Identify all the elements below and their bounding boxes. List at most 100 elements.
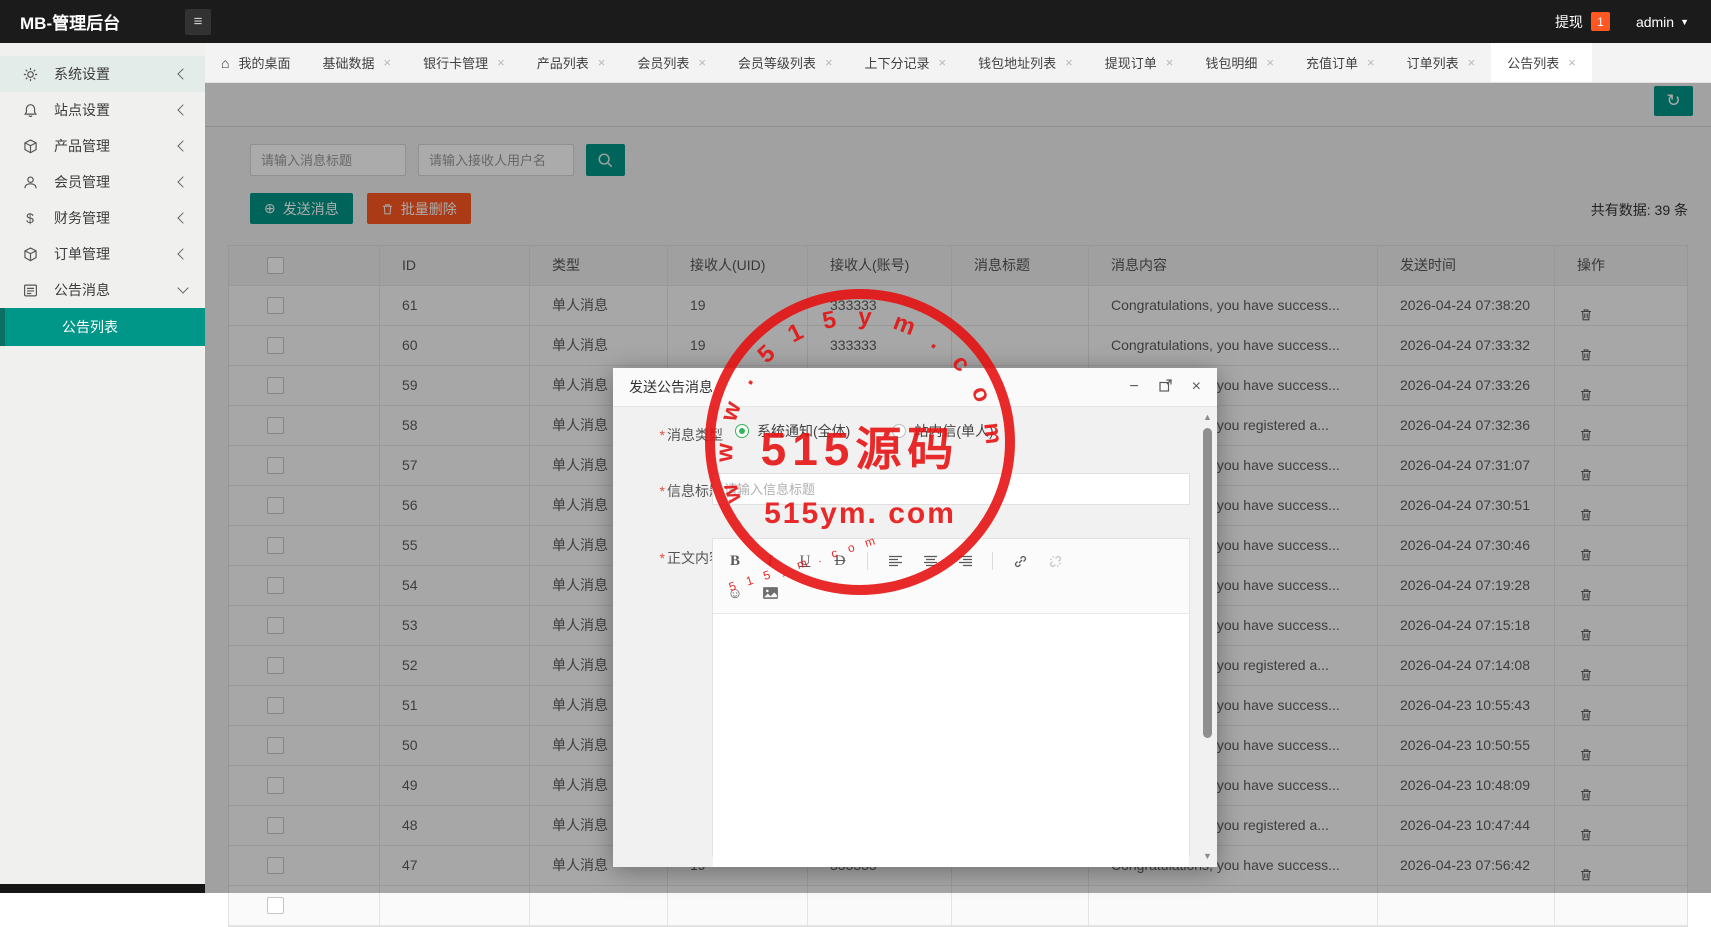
sidebar-item-product-management[interactable]: 产品管理 xyxy=(0,128,205,164)
align-right-icon[interactable] xyxy=(957,555,973,567)
strikethrough-icon[interactable]: D xyxy=(832,553,848,570)
cube-icon xyxy=(22,246,38,262)
sidebar-item-member-management[interactable]: 会员管理 xyxy=(0,164,205,200)
tab-label: 充值订单 xyxy=(1306,53,1358,72)
topbar: MB-管理后台 ≡ 提现 1 admin ▼ xyxy=(0,0,1711,43)
tab-1[interactable]: ⌂ 我的桌面 xyxy=(205,43,306,82)
list-icon xyxy=(22,282,38,298)
radio-site-message[interactable]: 站内信(单人) xyxy=(892,421,993,441)
menu-toggle-icon[interactable]: ≡ xyxy=(185,9,211,35)
tab-2[interactable]: 基础数据 × xyxy=(306,43,407,82)
scrollbar-thumb[interactable] xyxy=(1203,428,1212,738)
tabbar: ⌂我的桌面基础数据×银行卡管理×产品列表×会员列表×会员等级列表×上下分记录×钱… xyxy=(205,43,1711,83)
link-icon[interactable] xyxy=(1012,554,1028,569)
sidebar-subitem-announcement-list[interactable]: 公告列表 xyxy=(0,308,205,346)
tab-6[interactable]: 会员等级列表× xyxy=(722,43,849,82)
sidebar-item-label: 产品管理 xyxy=(54,136,179,156)
italic-icon[interactable]: I xyxy=(762,553,778,570)
tab-3[interactable]: 银行卡管理 × xyxy=(407,43,521,82)
align-left-icon[interactable] xyxy=(887,555,903,567)
tab-label: 公告列表 xyxy=(1507,53,1559,72)
sidebar-item-label: 站点设置 xyxy=(54,100,179,120)
modal-scrollbar[interactable]: ▲ ▼ xyxy=(1201,412,1214,861)
minimize-icon[interactable]: − xyxy=(1129,379,1138,395)
tab-label: 订单列表 xyxy=(1407,53,1459,72)
sidebar-item-label: 订单管理 xyxy=(54,244,179,264)
tab-close-icon[interactable]: × xyxy=(825,55,833,70)
tab-close-icon[interactable]: × xyxy=(1468,55,1476,70)
withdraw-link[interactable]: 提现 1 xyxy=(1555,12,1610,32)
tab-12[interactable]: 订单列表 × xyxy=(1391,43,1492,82)
message-title-input[interactable] xyxy=(712,473,1190,505)
emoji-icon[interactable]: ☺ xyxy=(727,585,743,602)
underline-icon[interactable]: U xyxy=(797,553,813,570)
bell-icon xyxy=(22,102,38,118)
chevron-left-icon xyxy=(177,104,188,115)
bold-icon[interactable]: B xyxy=(727,553,743,570)
user-menu[interactable]: admin ▼ xyxy=(1636,14,1689,30)
username: admin xyxy=(1636,14,1674,30)
unlink-icon[interactable] xyxy=(1047,554,1063,569)
sidebar-item-announcement-message[interactable]: 公告消息 xyxy=(0,272,205,308)
align-center-icon[interactable] xyxy=(922,555,938,567)
sidebar-item-finance-management[interactable]: $ 财务管理 xyxy=(0,200,205,236)
tab-10[interactable]: 钱包明细 × xyxy=(1189,43,1290,82)
tab-label: 钱包明细 xyxy=(1205,53,1257,72)
sidebar-item-label: 公告消息 xyxy=(54,280,179,300)
sidebar-item-site-settings[interactable]: 站点设置 xyxy=(0,92,205,128)
gear-icon xyxy=(22,66,38,82)
tab-close-icon[interactable]: × xyxy=(1367,55,1375,70)
image-icon[interactable] xyxy=(762,586,779,600)
tab-11[interactable]: 充值订单 × xyxy=(1290,43,1391,82)
row-checkbox[interactable] xyxy=(267,897,284,914)
sidebar-item-order-management[interactable]: 订单管理 xyxy=(0,236,205,272)
tab-close-icon[interactable]: × xyxy=(698,55,706,70)
tab-4[interactable]: 产品列表× xyxy=(521,43,622,82)
sidebar-item-label: 财务管理 xyxy=(54,208,179,228)
send-announcement-modal: 发送公告消息 − × *消息类型 系统通知(全体) 站内信(单人) *信息标题 … xyxy=(613,368,1217,867)
editor-content-area[interactable] xyxy=(713,614,1189,867)
chevron-left-icon xyxy=(177,248,188,259)
chevron-down-icon: ▼ xyxy=(1680,17,1689,27)
sidebar-bottom-strip xyxy=(0,884,205,893)
tab-label: 基础数据 xyxy=(322,53,374,72)
tab-close-icon[interactable]: × xyxy=(598,55,606,70)
home-icon: ⌂ xyxy=(221,55,229,71)
user-icon xyxy=(22,174,38,190)
sidebar-item-system-settings[interactable]: 系统设置 xyxy=(0,56,205,92)
rich-text-editor: B I U D xyxy=(712,538,1190,857)
sidebar-item-label: 会员管理 xyxy=(54,172,179,192)
tab-label: 银行卡管理 xyxy=(423,53,488,72)
tab-close-icon[interactable]: × xyxy=(497,55,505,70)
tab-5[interactable]: 会员列表 × xyxy=(621,43,722,82)
tab-7[interactable]: 上下分记录 × xyxy=(849,43,963,82)
field-label-title: *信息标题 xyxy=(627,481,723,501)
tab-close-icon[interactable]: × xyxy=(384,55,392,70)
dollar-icon: $ xyxy=(22,210,38,226)
tab-8[interactable]: 钱包地址列表 × xyxy=(962,43,1089,82)
scroll-up-icon[interactable]: ▲ xyxy=(1201,412,1214,422)
tab-label: 会员列表 xyxy=(637,53,689,72)
radio-system-notice[interactable]: 系统通知(全体) xyxy=(735,421,850,441)
maximize-icon[interactable] xyxy=(1159,379,1172,396)
tab-close-icon[interactable]: × xyxy=(1065,55,1073,70)
tab-9[interactable]: 提现订单× xyxy=(1089,43,1190,82)
tab-close-icon[interactable]: × xyxy=(939,55,947,70)
tab-label: 钱包地址列表 xyxy=(978,53,1056,72)
modal-header: 发送公告消息 − × xyxy=(613,368,1217,407)
chevron-down-icon xyxy=(177,282,188,293)
scroll-down-icon[interactable]: ▼ xyxy=(1201,851,1214,861)
chevron-left-icon xyxy=(177,212,188,223)
tab-close-icon[interactable]: × xyxy=(1266,55,1274,70)
radio-unselected-icon xyxy=(892,424,906,438)
close-icon[interactable]: × xyxy=(1192,379,1201,395)
tab-close-icon[interactable]: × xyxy=(1166,55,1174,70)
modal-title: 发送公告消息 xyxy=(629,377,713,397)
sidebar-item-label: 系统设置 xyxy=(54,64,179,84)
field-label-body: *正文内容 xyxy=(627,548,723,568)
message-type-radios: 系统通知(全体) 站内信(单人) xyxy=(735,421,994,441)
tab-label: 上下分记录 xyxy=(865,53,930,72)
tab-label: 我的桌面 xyxy=(238,53,290,72)
tab-close-icon[interactable]: × xyxy=(1568,55,1576,70)
tab-13[interactable]: 公告列表 × xyxy=(1491,43,1592,82)
